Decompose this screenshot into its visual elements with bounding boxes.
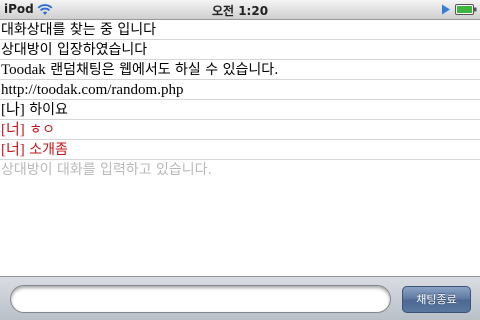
partner-message: [너] 소개좀	[0, 140, 480, 160]
sender-tag: [나]	[1, 102, 25, 118]
status-bar: iPod 오전 1:20	[0, 0, 480, 20]
chat-log: 대화상대를 찾는 중 입니다 상대방이 입장하였습니다 Toodak 랜덤채팅은…	[0, 20, 480, 180]
chat-input[interactable]	[10, 285, 391, 313]
status-time: 오전 1:20	[211, 4, 269, 18]
message-text: 상대방이 대화를 입력하고 있습니다.	[1, 162, 212, 178]
system-message: http://toodak.com/random.php	[0, 80, 480, 100]
sender-tag: [너]	[1, 142, 25, 158]
system-message: 대화상대를 찾는 중 입니다	[0, 20, 480, 40]
message-text: 소개좀	[24, 142, 68, 158]
message-text: 하이요	[24, 102, 68, 118]
system-message: Toodak 랜덤채팅은 웹에서도 하실 수 있습니다.	[0, 60, 480, 80]
message-text: 상대방이 입장하였습니다	[1, 42, 148, 58]
message-text: ㅎㅇ	[24, 122, 56, 138]
end-chat-button[interactable]: 채팅종료	[402, 286, 471, 313]
message-text: 랜덤채팅은 웹에서도 하실 수 있습니다.	[45, 62, 279, 78]
input-bar: 채팅종료	[0, 276, 480, 320]
brand-name: Toodak	[1, 62, 46, 78]
typing-status: 상대방이 대화를 입력하고 있습니다.	[0, 160, 480, 180]
partner-message: [너] ㅎㅇ	[0, 120, 480, 140]
my-message: [나] 하이요	[0, 100, 480, 120]
message-url: http://toodak.com/random.php	[1, 82, 184, 98]
battery-icon	[455, 4, 477, 15]
play-icon	[442, 4, 450, 15]
system-message: 상대방이 입장하였습니다	[0, 40, 480, 60]
message-text: 대화상대를 찾는 중 입니다	[1, 22, 157, 38]
sender-tag: [너]	[1, 122, 25, 138]
